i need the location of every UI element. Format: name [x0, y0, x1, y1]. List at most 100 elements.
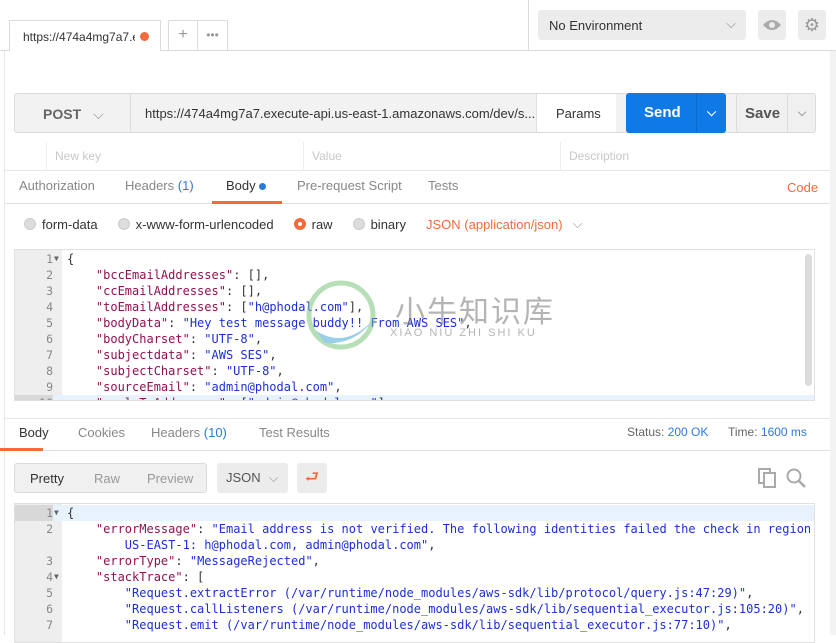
- json-punct: [67, 380, 96, 394]
- line-number: 9: [46, 380, 53, 394]
- json-key: "subjectCharset": [95, 364, 212, 378]
- modified-dot-icon: [259, 183, 267, 191]
- tab-headers[interactable]: Headers (1): [125, 178, 194, 193]
- radio-raw[interactable]: raw: [293, 217, 333, 232]
- json-punct: [67, 618, 125, 632]
- code-text: US-EAST-1: h@phodal.com, admin@phodal.co…: [67, 537, 436, 553]
- environment-dropdown[interactable]: No Environment ⌵: [538, 10, 746, 40]
- json-punct: ,: [269, 348, 277, 362]
- json-punct: :: [168, 316, 183, 330]
- chevron-down-icon[interactable]: ⌵: [696, 93, 726, 133]
- json-punct: {: [67, 506, 75, 520]
- json-punct: : [: [226, 396, 248, 400]
- radio-urlencoded[interactable]: x-www-form-urlencoded: [117, 216, 274, 232]
- search-icon[interactable]: [786, 468, 806, 488]
- format-dropdown[interactable]: JSON ⌵: [217, 463, 288, 493]
- code-line: US-EAST-1: h@phodal.com, admin@phodal.co…: [15, 537, 814, 553]
- tab-response-body[interactable]: Body: [19, 425, 49, 440]
- copy-icon[interactable]: [758, 468, 776, 488]
- radio-label: binary: [370, 216, 406, 232]
- fold-arrow-icon[interactable]: ▼: [54, 505, 59, 521]
- radio-icon: [24, 218, 36, 230]
- json-punct: : [: [225, 300, 248, 314]
- new-key-input[interactable]: New key: [46, 142, 303, 171]
- json-punct: :: [175, 554, 190, 568]
- params-row: New key Value Description: [5, 142, 830, 171]
- chevron-down-icon[interactable]: ⌵: [787, 94, 816, 132]
- line-number: 7: [46, 348, 53, 362]
- fold-arrow-icon[interactable]: ▼: [54, 569, 59, 585]
- send-button[interactable]: Send ⌵: [626, 93, 726, 133]
- json-key: "subjectdata": [95, 348, 190, 362]
- send-label: Send: [644, 104, 681, 121]
- pretty-button[interactable]: Pretty: [30, 471, 64, 486]
- json-punct: [67, 586, 125, 600]
- code-line: 8 "subjectCharset": "UTF-8",: [15, 363, 814, 379]
- json-string: "Request.callListeners (/var/runtime/nod…: [124, 602, 797, 616]
- code-text: "subjectdata": "AWS SES",: [67, 347, 277, 363]
- code-line: 5 "bodyData": "Hey test message buddy!! …: [15, 315, 814, 331]
- tab-authorization[interactable]: Authorization: [19, 178, 95, 193]
- code-text: "stackTrace": [: [67, 569, 204, 585]
- content-type-dropdown[interactable]: JSON (application/json) ⌵: [426, 216, 582, 232]
- gear-icon[interactable]: ⚙: [798, 10, 826, 40]
- tab-test-results[interactable]: Test Results: [259, 425, 330, 440]
- json-string: "Email address is not verified. The foll…: [211, 522, 812, 536]
- json-string: "admin@phodal.com": [204, 380, 335, 394]
- status-readout: Status: 200 OK: [627, 425, 708, 439]
- chevron-down-icon: ⌵: [726, 16, 736, 31]
- radio-form-data[interactable]: form-data: [24, 217, 98, 232]
- json-punct: : [],: [225, 284, 263, 298]
- radio-binary[interactable]: binary: [352, 216, 406, 232]
- code-text: "Request.callListeners (/var/runtime/nod…: [67, 601, 804, 617]
- code-text: "errorType": "MessageRejected",: [67, 553, 320, 569]
- fold-arrow-icon[interactable]: ▼: [54, 251, 59, 267]
- json-punct: :: [189, 380, 205, 394]
- json-punct: ,: [428, 538, 436, 552]
- code-line: 9 "sourceEmail": "admin@phodal.com",: [15, 379, 814, 395]
- request-tabs: Authorization Headers (1) Body Pre-reque…: [5, 172, 830, 204]
- json-punct: ,: [334, 380, 342, 394]
- time-value: 1600 ms: [760, 425, 807, 439]
- code-line: 1 ▼ {: [15, 251, 814, 267]
- tab-response-headers[interactable]: Headers (10): [151, 425, 227, 440]
- eye-icon[interactable]: [758, 10, 786, 40]
- params-button[interactable]: Params: [536, 94, 616, 132]
- json-string: "UTF-8": [204, 332, 255, 346]
- tab-tests[interactable]: Tests: [428, 178, 458, 193]
- tab-pre-request-script[interactable]: Pre-request Script: [297, 178, 402, 193]
- json-key: "errorType": [95, 554, 176, 568]
- plus-icon[interactable]: +: [168, 20, 198, 50]
- view-mode-toggle: Pretty Raw Preview: [14, 463, 207, 493]
- tab-cookies[interactable]: Cookies: [78, 425, 125, 440]
- body-mode-options: form-data x-www-form-urlencoded raw bina…: [24, 215, 582, 233]
- code-link[interactable]: Code: [787, 180, 818, 195]
- description-input[interactable]: Description: [560, 142, 830, 171]
- value-input[interactable]: Value: [303, 142, 560, 171]
- json-string: "UTF-8": [225, 364, 277, 378]
- chevron-down-icon: ⌵: [572, 216, 583, 231]
- content-type-label: JSON (application/json): [426, 216, 563, 232]
- wrap-lines-icon[interactable]: ⮐: [297, 463, 327, 493]
- unsaved-dot-icon: [140, 32, 149, 41]
- radio-label: x-www-form-urlencoded: [135, 216, 274, 232]
- request-body-editor[interactable]: 1 ▼{2 "bccEmailAddresses": [], 3 "ccEmailA…: [14, 249, 815, 401]
- preview-button[interactable]: Preview: [147, 471, 193, 486]
- save-button[interactable]: Save ⌵: [736, 93, 816, 133]
- radio-icon: [117, 218, 130, 230]
- tab-body[interactable]: Body: [226, 178, 267, 193]
- page-scrollbar[interactable]: [830, 51, 836, 635]
- request-tab[interactable]: https://474a4mg7a7.execute-api: [9, 20, 161, 51]
- ellipsis-icon[interactable]: •••: [197, 20, 228, 50]
- method-dropdown[interactable]: POST ⌵: [15, 94, 131, 132]
- json-string: "admin@phodal.com": [248, 396, 378, 400]
- response-body-viewer[interactable]: 1 ▼{2 "errorMessage": "Email address is n…: [14, 503, 815, 643]
- code-line: 6 "bodyCharset": "UTF-8",: [15, 331, 814, 347]
- url-input[interactable]: https://474a4mg7a7.execute-api.us-east-1…: [131, 94, 536, 132]
- format-label: JSON: [226, 470, 261, 485]
- json-punct: ,: [312, 554, 320, 568]
- json-punct: [67, 316, 96, 330]
- json-punct: [67, 348, 96, 362]
- json-punct: : [],: [233, 268, 270, 282]
- raw-button[interactable]: Raw: [94, 471, 120, 486]
